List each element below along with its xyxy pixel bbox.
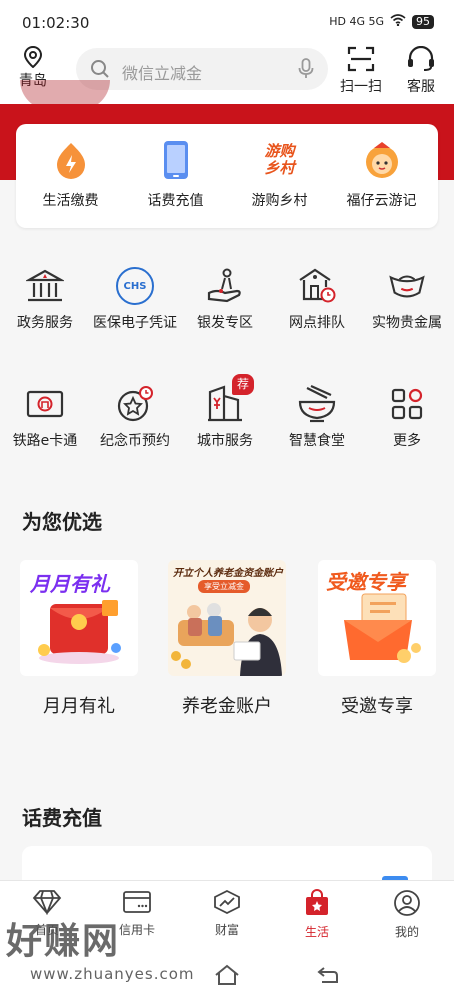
customer-service-button[interactable]: 客服 <box>398 46 444 96</box>
quick-item-phone-recharge[interactable]: 话费充值 <box>123 140 228 210</box>
user-icon <box>394 890 420 916</box>
promo-label: 月月有礼 <box>43 696 115 717</box>
coin-star-icon <box>115 384 155 424</box>
grid-item-branch-queue[interactable]: 网点排队 <box>272 266 362 333</box>
recommend-badge: 荐 <box>232 374 255 395</box>
watermark-text: 好赚网 <box>6 921 121 962</box>
back-system-icon[interactable] <box>316 964 340 986</box>
quick-item-utilities[interactable]: 生活缴费 <box>18 140 123 210</box>
quick-item-rural-shopping[interactable]: 游购乡村 游购乡村 <box>227 140 332 210</box>
mascot-icon <box>362 140 402 180</box>
credit-card-icon <box>123 891 151 913</box>
government-building-icon <box>25 266 65 306</box>
grid-item-medical-insurance[interactable]: CHS 医保电子凭证 <box>90 266 180 333</box>
grid-item-label: 医保电子凭证 <box>93 315 177 331</box>
quick-item-label: 话费充值 <box>147 193 204 209</box>
nav-label: 我的 <box>394 925 419 939</box>
recommend-section-title: 为您优选 <box>22 510 102 534</box>
promo-label: 受邀专享 <box>341 696 413 717</box>
grid-item-coin-reservation[interactable]: 纪念币预约 <box>90 384 180 451</box>
status-time: 01:02:30 <box>22 14 90 32</box>
network-indicator: HD 4G 5G <box>329 15 384 28</box>
grid-item-label: 智慧食堂 <box>289 433 345 449</box>
wealth-chart-icon <box>214 889 240 915</box>
scan-icon <box>347 46 375 72</box>
monthly-gift-image: 月月有礼 <box>20 560 138 676</box>
watermark-url: www.zhuanyes.com <box>30 965 195 983</box>
bank-clock-icon <box>297 266 337 306</box>
pension-illustration <box>171 603 282 676</box>
quick-item-label: 游购乡村 <box>251 193 308 209</box>
nav-label: 生活 <box>304 925 329 939</box>
status-icons: HD 4G 5G 95 <box>329 14 434 29</box>
quick-item-label: 生活缴费 <box>42 193 99 209</box>
promo-invited-exclusive[interactable]: 受邀专享 受邀专享 <box>312 560 442 718</box>
gift-box-icon <box>344 593 421 663</box>
shopping-bag-icon <box>306 889 328 915</box>
home-system-icon[interactable] <box>214 964 240 986</box>
invited-exclusive-image: 受邀专享 <box>318 560 436 676</box>
grid-item-more[interactable]: 更多 <box>362 384 452 451</box>
microphone-icon[interactable] <box>298 58 314 80</box>
search-placeholder: 微信立减金 <box>122 64 203 83</box>
quick-item-label: 福仔云游记 <box>346 193 417 209</box>
quick-services-card: 生活缴费 话费充值 游购乡村 游购乡村 福仔云游记 <box>16 124 438 228</box>
search-box[interactable]: 微信立减金 <box>76 48 328 90</box>
grid-item-label: 铁路e卡通 <box>12 433 78 449</box>
promo-label: 养老金账户 <box>182 696 272 717</box>
railway-card-icon <box>25 384 65 424</box>
promo-monthly-gift[interactable]: 月月有礼 月月有礼 <box>14 560 144 718</box>
pension-account-image: 开立个人养老金资金账户 享受立减金 <box>168 560 286 676</box>
grid-item-railway-card[interactable]: 铁路e卡通 <box>0 384 90 451</box>
headset-icon <box>408 46 434 71</box>
scan-button[interactable]: 扫一扫 <box>338 46 384 96</box>
grid-item-label: 实物贵金属 <box>372 315 442 331</box>
grid-item-label: 更多 <box>393 433 421 449</box>
grid-item-smart-canteen[interactable]: 智慧食堂 <box>272 384 362 451</box>
phone-icon <box>156 140 196 180</box>
wifi-icon <box>390 14 406 29</box>
grid-item-label: 银发专区 <box>197 315 253 331</box>
nav-label: 信用卡 <box>118 923 155 937</box>
grid-item-government[interactable]: 政务服务 <box>0 266 90 333</box>
grid-more-icon <box>387 384 427 424</box>
grid-item-city-services[interactable]: 荐 城市服务 <box>180 374 270 451</box>
quick-item-mascot-travel[interactable]: 福仔云游记 <box>329 140 434 210</box>
nav-label: 财富 <box>214 923 239 937</box>
nav-mine[interactable]: 我的 <box>372 889 442 940</box>
grid-item-precious-metal[interactable]: 实物贵金属 <box>362 266 452 333</box>
rural-shopping-icon: 游购乡村 <box>260 140 300 180</box>
scan-label: 扫一扫 <box>340 79 382 95</box>
grid-item-label: 纪念币预约 <box>100 433 170 449</box>
recharge-section-title: 话费充值 <box>22 806 102 830</box>
flame-icon <box>51 140 91 180</box>
grid-item-label: 城市服务 <box>197 433 253 449</box>
status-bar: 01:02:30 HD 4G 5G 95 <box>0 0 454 42</box>
service-label: 客服 <box>407 79 435 95</box>
grid-item-label: 网点排队 <box>289 315 345 331</box>
promo-pension-account[interactable]: 开立个人养老金资金账户 享受立减金 养老金账户 <box>162 560 292 718</box>
chs-insurance-icon: CHS <box>115 266 155 306</box>
grid-item-label: 政务服务 <box>17 315 73 331</box>
nav-wealth[interactable]: 财富 <box>192 889 262 938</box>
bowl-chopsticks-icon <box>297 384 337 424</box>
search-icon <box>91 60 109 78</box>
gold-ingot-icon <box>387 266 427 306</box>
rural-shopping-logo-text: 游购乡村 <box>264 142 295 177</box>
nav-life[interactable]: 生活 <box>282 889 352 940</box>
red-envelope-icon <box>38 600 121 664</box>
battery-indicator: 95 <box>412 14 434 29</box>
elderly-hand-icon <box>205 266 245 306</box>
grid-item-elderly-zone[interactable]: 银发专区 <box>180 266 270 333</box>
chs-logo-text: CHS <box>123 280 147 292</box>
location-pin-icon <box>23 46 43 68</box>
